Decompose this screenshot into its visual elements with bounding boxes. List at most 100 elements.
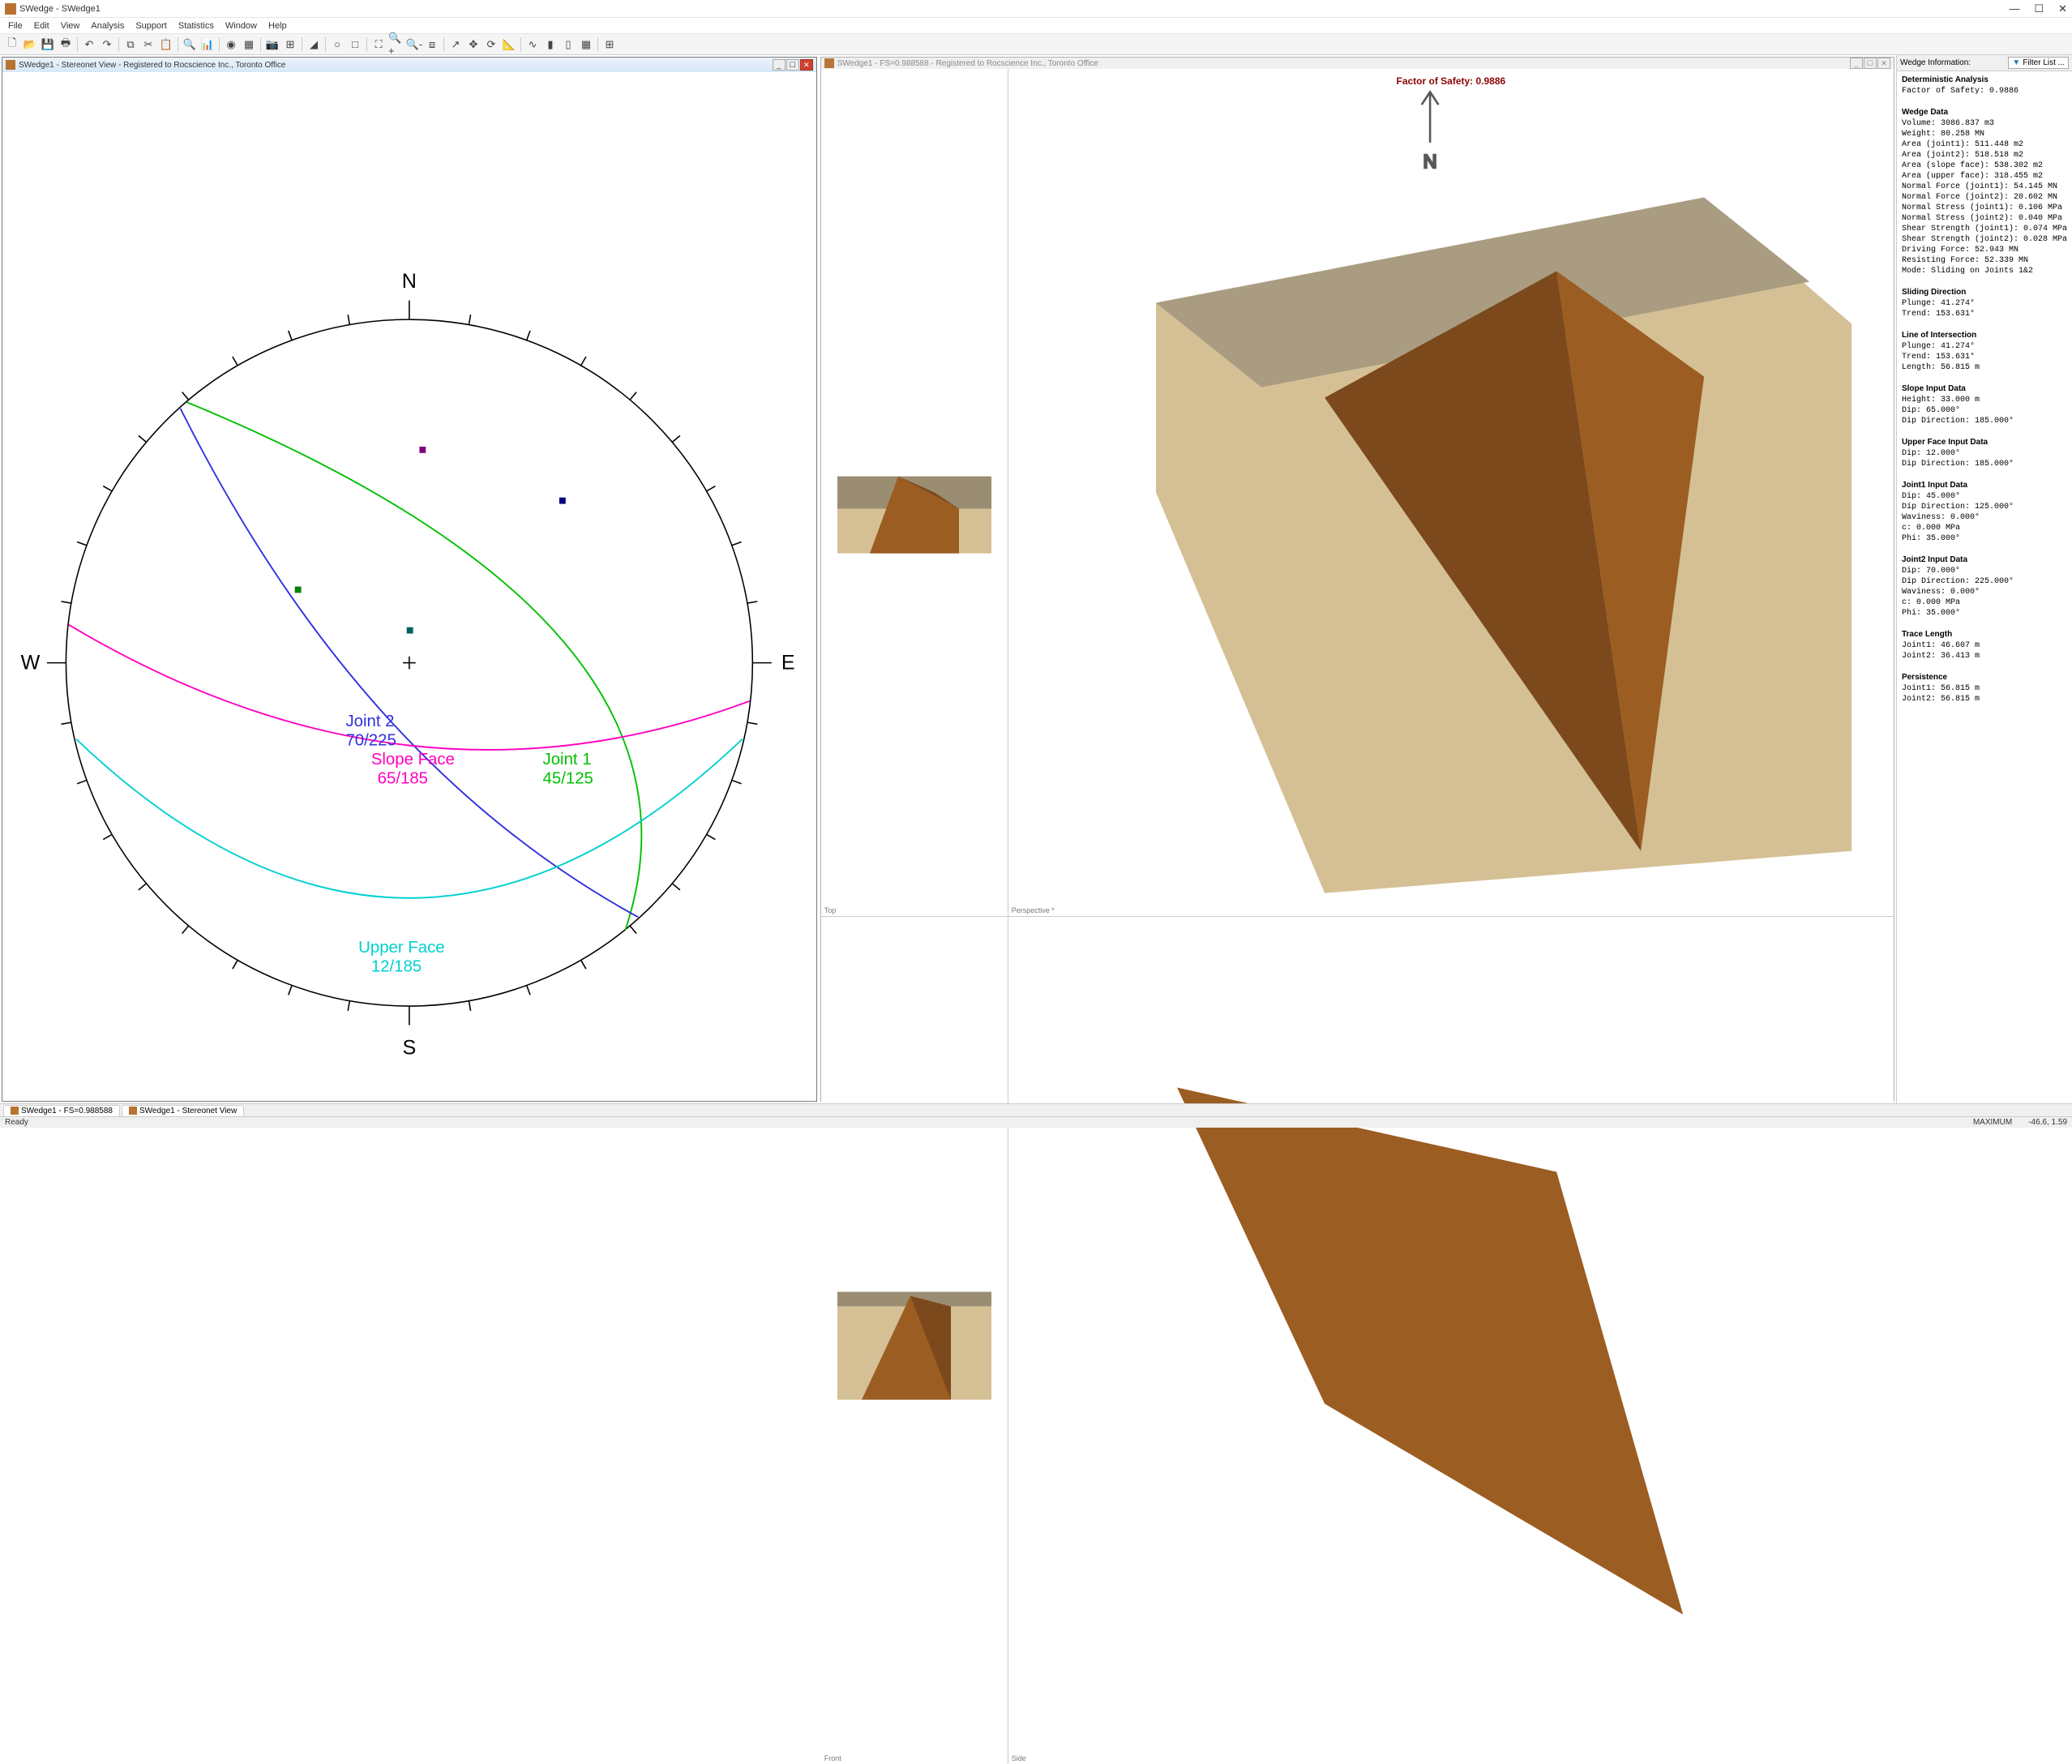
front-viewport[interactable]: Front	[821, 917, 1008, 1764]
info-title: Wedge Information:	[1900, 58, 1971, 67]
top-label: Top	[824, 906, 837, 914]
doc-tab[interactable]: SWedge1 - FS=0.988588	[3, 1105, 120, 1116]
cut-button[interactable]: ✂	[139, 36, 157, 54]
info-body[interactable]: Deterministic Analysis Factor of Safety:…	[1897, 71, 2072, 1103]
minimize-button[interactable]: —	[2009, 2, 2019, 15]
slope-face-great-circle	[69, 625, 751, 750]
move-button[interactable]: ✥	[464, 36, 482, 54]
svg-text:Joint 1: Joint 1	[543, 751, 592, 769]
wedge-viewports: Top N	[821, 69, 1894, 1764]
menu-analysis[interactable]: Analysis	[86, 19, 129, 32]
factor-of-safety: Factor of Safety: 0.9886	[1396, 75, 1505, 87]
app-title: SWedge - SWedge1	[19, 4, 101, 14]
menu-help[interactable]: Help	[263, 19, 292, 32]
svg-text:45/125: 45/125	[543, 770, 593, 788]
wedge-icon	[824, 58, 834, 68]
open-button[interactable]: 📂	[21, 36, 39, 54]
status-coords: -46.6, 1.59	[2028, 1118, 2067, 1127]
save-button[interactable]: 💾	[39, 36, 57, 54]
doc-icon	[11, 1107, 19, 1115]
redo-button[interactable]: ↷	[98, 36, 116, 54]
top-viewport[interactable]: Top	[821, 69, 1008, 916]
grid-button[interactable]: ▦	[577, 36, 595, 54]
child-max-button[interactable]: ☐	[1864, 58, 1877, 69]
joint1-great-circle	[186, 402, 641, 930]
front-label: Front	[824, 1754, 841, 1762]
undo-button[interactable]: ↶	[80, 36, 98, 54]
toolbar: 🗋📂💾🖶↶↷⧉✂📋🔍📊◉▦📷⊞◢○□⛶🔍+🔍-⧈↗✥⟳📐∿▮▯▦⊞	[0, 34, 2072, 55]
menu-window[interactable]: Window	[220, 19, 262, 32]
svg-text:Upper Face: Upper Face	[358, 939, 444, 957]
bars2-button[interactable]: ▯	[559, 36, 577, 54]
square-button[interactable]: □	[346, 36, 364, 54]
svg-text:70/225: 70/225	[345, 732, 396, 750]
status-left: Ready	[5, 1118, 28, 1127]
doc-tab[interactable]: SWedge1 - Stereonet View	[122, 1105, 244, 1116]
info-sidebar: Wedge Information: ▼ Filter List ... Det…	[1896, 55, 2072, 1103]
side-viewport[interactable]: Side	[1008, 917, 1894, 1764]
zoom-out-button[interactable]: 🔍-	[405, 36, 423, 54]
svg-text:12/185: 12/185	[371, 958, 422, 976]
arrow-button[interactable]: ↗	[447, 36, 464, 54]
wedge-button[interactable]: ◢	[305, 36, 323, 54]
menu-support[interactable]: Support	[131, 19, 172, 32]
copy-button[interactable]: ⧉	[122, 36, 139, 54]
views-button[interactable]: ▦	[240, 36, 258, 54]
perspective-viewport[interactable]: N Factor of Safety: 0.9886 Perspective *	[1008, 69, 1894, 916]
menu-view[interactable]: View	[56, 19, 85, 32]
app-icon	[5, 3, 16, 15]
excel-button[interactable]: ⊞	[281, 36, 299, 54]
window-buttons: — ☐ ✕	[2009, 2, 2067, 15]
svg-text:Slope Face: Slope Face	[371, 751, 455, 769]
fit-button[interactable]: ⛶	[370, 36, 387, 54]
bars-button[interactable]: ▮	[542, 36, 559, 54]
svg-text:W: W	[21, 651, 41, 674]
doc-icon	[129, 1107, 137, 1115]
stereonet-titlebar[interactable]: SWedge1 - Stereonet View - Registered to…	[2, 58, 816, 72]
child-min-button[interactable]: _	[1850, 58, 1863, 69]
rotate-button[interactable]: ⟳	[482, 36, 500, 54]
status-bar: Ready MAXIMUM -46.6, 1.59	[0, 1116, 2072, 1128]
stereonet-icon	[6, 60, 15, 70]
measure-button[interactable]: 📐	[500, 36, 518, 54]
chart-button[interactable]: 📊	[199, 36, 216, 54]
zoom-window-button[interactable]: ⧈	[423, 36, 441, 54]
zoom-in-button[interactable]: 🔍+	[387, 36, 405, 54]
close-button[interactable]: ✕	[2058, 2, 2067, 15]
stereonet-canvas[interactable]: N E S W J	[2, 72, 816, 1101]
stereonet-title: SWedge1 - Stereonet View - Registered to…	[19, 61, 285, 70]
circle-button[interactable]: ○	[328, 36, 346, 54]
menu-edit[interactable]: Edit	[29, 19, 54, 32]
wedge-3d-window: SWedge1 - FS=0.988588 - Registered to Ro…	[820, 57, 1894, 1102]
find-button[interactable]: 🔍	[181, 36, 199, 54]
filter-icon: ▼	[2012, 58, 2020, 67]
excel2-button[interactable]: ⊞	[601, 36, 619, 54]
curve-button[interactable]: ∿	[524, 36, 542, 54]
paste-button[interactable]: 📋	[157, 36, 175, 54]
mdi-area: SWedge1 - Stereonet View - Registered to…	[0, 55, 1896, 1103]
child-close-button[interactable]: ✕	[1877, 58, 1890, 69]
status-max: MAXIMUM	[1973, 1118, 2012, 1127]
menu-statistics[interactable]: Statistics	[173, 19, 219, 32]
perspective-label: Perspective *	[1012, 906, 1055, 914]
wedge-title: SWedge1 - FS=0.988588 - Registered to Ro…	[837, 59, 1098, 68]
menu-file[interactable]: File	[3, 19, 28, 32]
svg-text:Joint 2: Joint 2	[345, 713, 394, 730]
new-button[interactable]: 🗋	[3, 36, 21, 54]
stereonet-window: SWedge1 - Stereonet View - Registered to…	[2, 57, 817, 1102]
child-close-button[interactable]: ✕	[800, 59, 813, 71]
svg-text:N: N	[1423, 151, 1436, 172]
filter-list-button[interactable]: ▼ Filter List ...	[2008, 57, 2069, 69]
child-max-button[interactable]: ☐	[786, 59, 799, 71]
print-button[interactable]: 🖶	[57, 36, 75, 54]
stereonet-button[interactable]: ◉	[222, 36, 240, 54]
info-header: Wedge Information: ▼ Filter List ...	[1897, 55, 2072, 71]
child-min-button[interactable]: _	[773, 59, 786, 71]
maximize-button[interactable]: ☐	[2034, 2, 2044, 15]
svg-text:65/185: 65/185	[378, 770, 428, 788]
wedge-titlebar[interactable]: SWedge1 - FS=0.988588 - Registered to Ro…	[821, 58, 1894, 69]
screenshot-button[interactable]: 📷	[263, 36, 281, 54]
svg-text:E: E	[781, 651, 795, 674]
svg-text:N: N	[402, 270, 417, 293]
workspace: SWedge1 - Stereonet View - Registered to…	[0, 55, 2072, 1103]
